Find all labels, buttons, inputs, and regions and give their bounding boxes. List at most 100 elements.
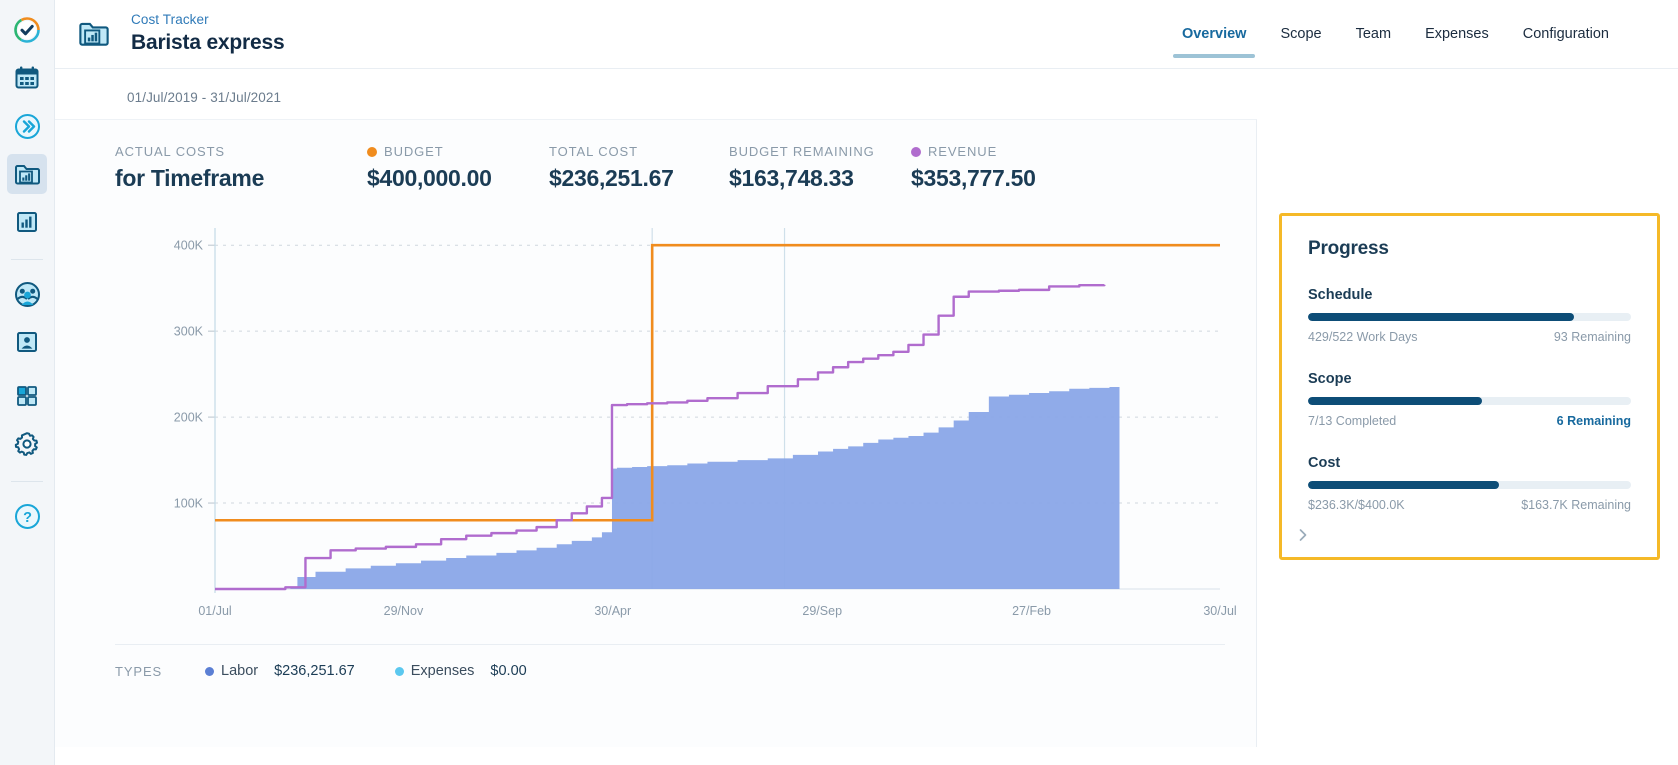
legend-expenses-name: Expenses xyxy=(410,663,475,679)
sidebar-item-home[interactable] xyxy=(7,10,47,50)
svg-text:200K: 200K xyxy=(174,411,204,425)
budget-legend-dot-icon xyxy=(367,147,377,157)
actual-costs-chart-card: ACTUAL COSTS for Timeframe BUDGET $400,0… xyxy=(55,119,1257,747)
progress-cost-meta: $236.3K/$400.0K $163.7K Remaining xyxy=(1308,498,1631,512)
top-bar: Cost Tracker Barista express Overview Sc… xyxy=(55,0,1678,69)
svg-text:300K: 300K xyxy=(174,325,204,339)
svg-text:400K: 400K xyxy=(174,239,204,253)
progress-title: Progress xyxy=(1308,238,1389,259)
grid-apps-icon xyxy=(17,386,37,406)
sidebar-item-cost-tracker[interactable] xyxy=(7,154,47,194)
kpi-budget: BUDGET $400,000.00 xyxy=(367,144,549,192)
svg-text:100K: 100K xyxy=(174,497,204,511)
chevrons-right-icon xyxy=(14,113,40,139)
project-heading: Cost Tracker Barista express xyxy=(131,12,285,56)
svg-text:29/Sep: 29/Sep xyxy=(802,604,842,618)
kpi-row: ACTUAL COSTS for Timeframe BUDGET $400,0… xyxy=(55,120,1256,192)
kpi-budget-remaining-value: $163,748.33 xyxy=(729,165,854,191)
breadcrumb[interactable]: Cost Tracker xyxy=(131,12,284,28)
progress-schedule-fill xyxy=(1308,313,1574,321)
kpi-actual-costs: ACTUAL COSTS for Timeframe xyxy=(115,144,367,192)
progress-cost-left: $236.3K/$400.0K xyxy=(1308,498,1405,512)
nav-tabs: Overview Scope Team Expenses Configurati… xyxy=(1165,0,1678,69)
kpi-budget-value: $400,000.00 xyxy=(367,165,492,191)
progress-cost-fill xyxy=(1308,481,1499,489)
tab-configuration[interactable]: Configuration xyxy=(1506,0,1626,69)
kpi-revenue-label-text: REVENUE xyxy=(928,144,998,159)
kpi-budget-label: BUDGET xyxy=(367,144,549,160)
chart-legend: TYPES Labor $236,251.67 Expenses $0.00 xyxy=(115,644,1225,679)
progress-group-cost: Cost $236.3K/$400.0K $163.7K Remaining xyxy=(1308,455,1631,512)
tab-scope[interactable]: Scope xyxy=(1263,0,1338,69)
legend-expenses-value: $0.00 xyxy=(490,663,527,679)
legend-labor-value: $236,251.67 xyxy=(274,663,355,679)
legend-labor-name: Labor xyxy=(221,663,259,679)
bar-chart-icon xyxy=(17,212,37,232)
progress-panel: Progress Schedule 429/522 Work Days 93 R… xyxy=(1279,213,1660,560)
sidebar-item-help[interactable]: ? xyxy=(7,496,47,536)
progress-schedule-track xyxy=(1308,313,1631,321)
kpi-total-cost-value: $236,251.67 xyxy=(549,165,674,191)
calendar-icon xyxy=(15,66,39,89)
kpi-total-cost-label: TOTAL COST xyxy=(549,144,638,159)
chart-plot-area[interactable]: 100K 200K 300K 400K 01/Jul 29/Nov 30/Apr 29/Sep… xyxy=(55,214,1257,644)
sidebar-item-reports[interactable] xyxy=(7,202,47,242)
rail-divider-1 xyxy=(11,259,43,260)
legend-item-labor[interactable]: Labor $236,251.67 xyxy=(205,663,355,679)
page-title: Barista express xyxy=(131,31,285,54)
legend-title: TYPES xyxy=(115,663,163,679)
kpi-revenue-label: REVENUE xyxy=(911,144,1091,160)
svg-text:29/Nov: 29/Nov xyxy=(384,604,424,618)
sidebar-item-apps[interactable] xyxy=(7,376,47,416)
progress-schedule-left: 429/522 Work Days xyxy=(1308,330,1418,344)
labor-dot-icon xyxy=(205,666,214,676)
kpi-budget-label-text: BUDGET xyxy=(384,144,444,159)
progress-schedule-meta: 429/522 Work Days 93 Remaining xyxy=(1308,330,1631,344)
help-circle-icon: ? xyxy=(14,503,40,529)
side-region: Progress Schedule 429/522 Work Days 93 R… xyxy=(1257,105,1678,747)
sidebar-item-team[interactable] xyxy=(7,274,47,314)
progress-cost-label: Cost xyxy=(1308,455,1341,471)
kpi-revenue-value: $353,777.50 xyxy=(911,165,1036,191)
cost-area-chart: 100K 200K 300K 400K 01/Jul 29/Nov 30/Apr 29/Sep… xyxy=(174,228,1237,618)
sidebar-item-contacts[interactable] xyxy=(7,322,47,362)
progress-expand-button[interactable] xyxy=(1294,526,1312,549)
tab-overview[interactable]: Overview xyxy=(1165,0,1264,69)
revenue-legend-dot-icon xyxy=(911,147,921,157)
tab-team[interactable]: Team xyxy=(1339,0,1408,69)
tab-expenses[interactable]: Expenses xyxy=(1408,0,1506,69)
project-folder-chart-icon xyxy=(75,15,113,53)
progress-schedule-right: 93 Remaining xyxy=(1553,330,1631,344)
left-nav-rail: ? xyxy=(0,0,55,765)
main-region: Cost Tracker Barista express Overview Sc… xyxy=(55,0,1678,765)
sidebar-item-calendar[interactable] xyxy=(7,58,47,98)
kpi-actual-costs-label: ACTUAL COSTS xyxy=(115,144,226,159)
date-range-label[interactable]: 01/Jul/2019 - 31/Jul/2021 xyxy=(55,69,1678,105)
people-group-icon xyxy=(14,281,40,307)
chevron-right-icon xyxy=(1299,529,1307,541)
gear-icon xyxy=(14,432,38,456)
folder-chart-icon xyxy=(14,164,40,184)
svg-text:01/Jul: 01/Jul xyxy=(198,604,231,618)
progress-scope-label: Scope xyxy=(1308,371,1352,387)
progress-scope-left: 7/13 Completed xyxy=(1308,414,1397,428)
person-card-icon xyxy=(17,332,37,352)
sidebar-item-settings[interactable] xyxy=(7,424,47,464)
kpi-budget-remaining-label: BUDGET REMAINING xyxy=(729,144,875,159)
progress-group-schedule: Schedule 429/522 Work Days 93 Remaining xyxy=(1308,287,1631,344)
progress-cost-track xyxy=(1308,481,1631,489)
svg-text:30/Apr: 30/Apr xyxy=(594,604,631,618)
progress-group-scope: Scope 7/13 Completed 6 Remaining xyxy=(1308,371,1631,428)
content-region: ACTUAL COSTS for Timeframe BUDGET $400,0… xyxy=(55,105,1678,747)
cost-tracker-page: ? Cost Tracker Barista express Overview … xyxy=(0,0,1678,765)
sidebar-item-forward[interactable] xyxy=(7,106,47,146)
progress-scope-track xyxy=(1308,397,1631,405)
kpi-total-cost: TOTAL COST $236,251.67 xyxy=(549,144,729,192)
progress-scope-meta: 7/13 Completed 6 Remaining xyxy=(1308,414,1631,428)
legend-item-expenses[interactable]: Expenses $0.00 xyxy=(394,663,527,679)
svg-text:30/Jul: 30/Jul xyxy=(1203,604,1236,618)
progress-cost-right: $163.7K Remaining xyxy=(1521,498,1631,512)
progress-scope-right[interactable]: 6 Remaining xyxy=(1557,414,1631,428)
progress-scope-fill xyxy=(1308,397,1482,405)
rail-divider-2 xyxy=(11,481,43,482)
